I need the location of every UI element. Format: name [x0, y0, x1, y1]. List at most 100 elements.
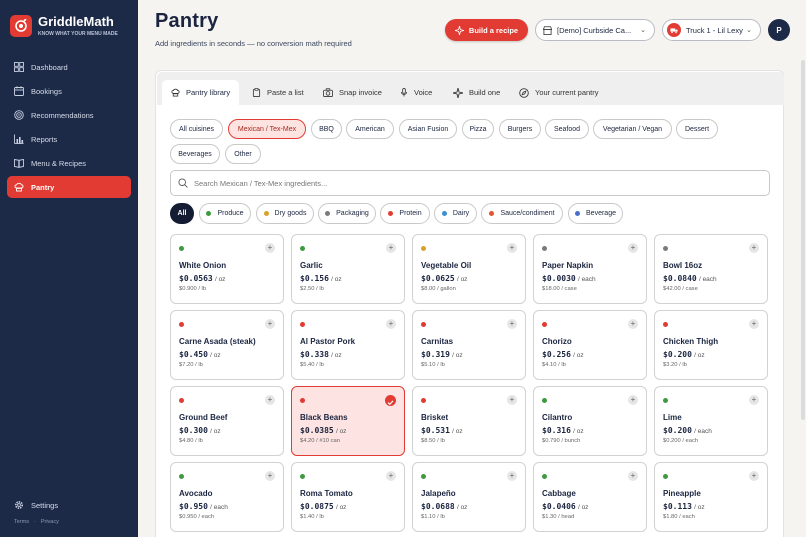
sidebar-item-pantry[interactable]: Pantry: [7, 176, 131, 198]
ingredient-search-input[interactable]: Search Mexican / Tex-Mex ingredients...: [170, 170, 770, 196]
ingredient-source-price: $8.50 / lb: [421, 438, 445, 444]
add-icon[interactable]: +: [507, 243, 517, 253]
truck-select[interactable]: Truck 1 - Lil Lexy ⌄: [662, 19, 761, 41]
cuisine-chip-bbq[interactable]: BBQ: [311, 119, 342, 139]
tab-voice[interactable]: Voice: [391, 80, 441, 105]
sidebar-item-menu-recipes[interactable]: Menu & Recipes: [7, 152, 131, 174]
location-select[interactable]: [Demo] Curbside Ca... ⌄: [535, 19, 655, 41]
cuisine-chip-beverages[interactable]: Beverages: [170, 144, 220, 164]
cuisine-chip-vegetarian[interactable]: Vegetarian / Vegan: [593, 119, 672, 139]
check-icon[interactable]: [385, 395, 396, 406]
price-value: $0.156: [300, 274, 329, 283]
ingredient-card[interactable]: + Garlic $0.156 / oz $2.50 / lb: [291, 234, 405, 304]
footer-separator: ·: [33, 519, 36, 525]
add-icon[interactable]: +: [628, 395, 638, 405]
cuisine-chip-pizza[interactable]: Pizza: [462, 119, 494, 139]
tab-snap-invoice[interactable]: Snap invoice: [314, 80, 391, 105]
ingredient-card[interactable]: + Carnitas $0.319 / oz $5.10 / lb: [412, 310, 526, 380]
tab-current-pantry[interactable]: Your current pantry: [510, 80, 608, 105]
add-icon[interactable]: +: [749, 243, 759, 253]
ingredient-card[interactable]: + Brisket $0.531 / oz $8.50 / lb: [412, 386, 526, 456]
ingredient-card[interactable]: + Bowl 16oz $0.0840 / each $42.00 / case: [654, 234, 768, 304]
price-value: $0.256: [542, 350, 571, 359]
add-icon[interactable]: +: [507, 395, 517, 405]
scrollbar[interactable]: [801, 60, 805, 420]
terms-link[interactable]: Terms: [14, 519, 29, 525]
ingredient-card[interactable]: + Lime $0.200 / each $0.200 / each: [654, 386, 768, 456]
price-unit: / oz: [214, 276, 226, 283]
add-icon[interactable]: +: [265, 471, 275, 481]
add-icon[interactable]: +: [265, 319, 275, 329]
ingredient-source-price: $8.00 / gallon: [421, 286, 456, 292]
logo[interactable]: GriddleMath KNOW WHAT YOUR MENU MADE: [10, 15, 118, 37]
category-chip-dairy[interactable]: Dairy: [434, 203, 477, 224]
add-icon[interactable]: +: [507, 319, 517, 329]
sidebar-item-reports[interactable]: Reports: [7, 128, 131, 150]
add-icon[interactable]: +: [386, 243, 396, 253]
category-chip-dry-goods[interactable]: Dry goods: [256, 203, 314, 224]
category-dot-icon: [300, 474, 305, 479]
add-icon[interactable]: +: [507, 471, 517, 481]
ingredient-card[interactable]: + Cilantro $0.316 / oz $0.790 / bunch: [533, 386, 647, 456]
add-icon[interactable]: +: [265, 243, 275, 253]
tab-label: Build one: [469, 88, 501, 97]
build-recipe-button[interactable]: Build a recipe: [445, 19, 528, 41]
cuisine-chip-mexican[interactable]: Mexican / Tex-Mex: [228, 119, 306, 139]
cuisine-chip-dessert[interactable]: Dessert: [676, 119, 718, 139]
sidebar-item-bookings[interactable]: Bookings: [7, 80, 131, 102]
add-icon[interactable]: +: [749, 319, 759, 329]
ingredient-source-price: $7.20 / lb: [179, 362, 203, 368]
price-unit: / oz: [577, 504, 589, 511]
add-icon[interactable]: +: [386, 471, 396, 481]
privacy-link[interactable]: Privacy: [41, 519, 59, 525]
tab-bar: Pantry library Paste a list Snap invoice…: [157, 72, 784, 105]
cuisine-chip-seafood[interactable]: Seafood: [545, 119, 589, 139]
cuisine-chip-asian-fusion[interactable]: Asian Fusion: [399, 119, 457, 139]
sidebar-item-dashboard[interactable]: Dashboard: [7, 56, 131, 78]
ingredient-card[interactable]: + Chicken Thigh $0.200 / oz $3.20 / lb: [654, 310, 768, 380]
ingredient-card[interactable]: + Al Pastor Pork $0.338 / oz $5.40 / lb: [291, 310, 405, 380]
cuisine-chip-american[interactable]: American: [346, 119, 394, 139]
cuisine-chip-burgers[interactable]: Burgers: [499, 119, 541, 139]
add-icon[interactable]: +: [628, 243, 638, 253]
ingredient-card[interactable]: + Roma Tomato $0.0875 / oz $1.40 / lb: [291, 462, 405, 532]
ingredient-card[interactable]: + Vegetable Oil $0.0625 / oz $8.00 / gallon: [412, 234, 526, 304]
cuisine-chip-all[interactable]: All cuisines: [170, 119, 223, 139]
ingredient-card[interactable]: + White Onion $0.0563 / oz $0.900 / lb: [170, 234, 284, 304]
ingredient-card[interactable]: + Paper Napkin $0.0030 / each $18.00 / case: [533, 234, 647, 304]
ingredient-card[interactable]: Black Beans $0.0385 / oz $4.20 / #10 can: [291, 386, 405, 456]
add-icon[interactable]: +: [628, 471, 638, 481]
cuisine-chip-other[interactable]: Other: [225, 144, 261, 164]
ingredient-card[interactable]: + Chorizo $0.256 / oz $4.10 / lb: [533, 310, 647, 380]
category-chip-sauce[interactable]: Sauce/condiment: [481, 203, 563, 224]
compass-icon: [519, 87, 529, 98]
ingredient-card[interactable]: + Jalapeño $0.0688 / oz $1.10 / lb: [412, 462, 526, 532]
avatar[interactable]: P: [768, 19, 790, 41]
ingredient-card[interactable]: + Avocado $0.950 / each $0.950 / each: [170, 462, 284, 532]
tab-paste-list[interactable]: Paste a list: [243, 80, 313, 105]
add-icon[interactable]: +: [749, 471, 759, 481]
ingredient-card[interactable]: + Carne Asada (steak) $0.450 / oz $7.20 / l…: [170, 310, 284, 380]
category-dot-icon: [179, 474, 184, 479]
sidebar-item-recommendations[interactable]: Recommendations: [7, 104, 131, 126]
category-chip-packaging[interactable]: Packaging: [318, 203, 376, 224]
sidebar-item-settings[interactable]: Settings: [7, 494, 131, 516]
tab-build-one[interactable]: Build one: [444, 80, 509, 105]
category-dot-icon: [663, 246, 668, 251]
add-icon[interactable]: +: [749, 395, 759, 405]
category-dot-icon: [542, 474, 547, 479]
category-chip-beverage[interactable]: Beverage: [568, 203, 623, 224]
ingredient-card[interactable]: + Ground Beef $0.300 / oz $4.80 / lb: [170, 386, 284, 456]
tab-pantry-library[interactable]: Pantry library: [162, 80, 240, 105]
add-icon[interactable]: +: [386, 319, 396, 329]
category-chip-produce[interactable]: Produce: [199, 203, 251, 224]
ingredient-card[interactable]: + Cabbage $0.0406 / oz $1.30 / head: [533, 462, 647, 532]
page-subtitle: Add ingredients in seconds — no conversi…: [155, 39, 352, 48]
add-icon[interactable]: +: [628, 319, 638, 329]
category-chip-all[interactable]: All: [170, 203, 194, 224]
add-icon[interactable]: +: [265, 395, 275, 405]
category-dot-icon: [300, 322, 305, 327]
ingredient-card[interactable]: + Pineapple $0.113 / oz $1.80 / each: [654, 462, 768, 532]
category-chip-protein[interactable]: Protein: [380, 203, 430, 224]
price-value: $0.0625: [421, 274, 455, 283]
